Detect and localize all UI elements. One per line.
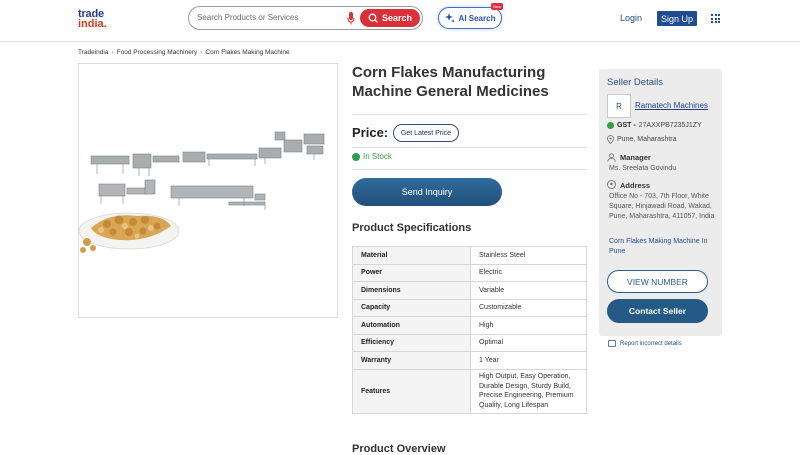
search-bar[interactable]: Search Products or Services Search [188,6,423,30]
in-stock-icon [352,152,360,161]
table-row: Automation High [352,316,587,335]
table-row: Features High Output, Easy Operation, Du… [352,368,587,414]
divider [352,147,587,148]
contact-seller-button[interactable]: Contact Seller [607,299,708,323]
product-overview-heading: Product Overview [352,443,446,455]
search-icon [368,13,378,23]
verified-check-icon [607,122,614,129]
microphone-icon[interactable] [347,12,355,25]
search-input[interactable]: Search Products or Services [197,13,298,22]
seller-location-text: Pune, Maharashtra [617,136,677,143]
tradeindia-logo[interactable]: trade india. [78,9,110,30]
spec-value: Customizable [470,298,587,317]
price-label: Price: [352,125,389,140]
search-button[interactable]: Search [360,9,420,27]
apps-grid-icon[interactable] [711,14,720,23]
spec-value: Variable [470,281,587,300]
category-link[interactable]: Corn Flakes Making Machine In Pune [609,237,719,257]
spec-key: Features [352,368,471,414]
spec-key: Efficiency [352,333,471,352]
breadcrumb-current[interactable]: Corn Flakes Making Machine [205,49,289,56]
view-number-button[interactable]: VIEW NUMBER [607,270,708,293]
breadcrumb-category[interactable]: Food Processing Machinery [117,49,198,56]
seller-details-heading: Seller Details [607,77,663,88]
seller-location: Pune, Maharashtra [607,135,677,144]
seller-gst: GST - 27AXXPB7235J1ZY [607,122,702,129]
location-pin-icon [607,135,614,144]
manager-label: Manager [620,153,651,162]
chevron-right-icon: › [200,49,203,56]
new-badge: New [490,3,503,10]
spec-value: Stainless Steel [470,246,587,265]
seller-name-link[interactable]: Ramatech Machines [635,101,708,110]
spec-value: High Output, Easy Operation, Durable Des… [470,368,587,414]
product-image [78,131,325,253]
divider [352,169,587,170]
spec-key: Dimensions [352,281,471,300]
spec-key: Power [352,263,471,282]
address-label: Address [620,180,651,190]
logo-text-bottom: india. [78,18,107,30]
spec-key: Warranty [352,351,471,370]
seller-avatar: R [607,94,631,118]
location-pin-icon [607,180,616,189]
breadcrumb-home[interactable]: Tradeindia [78,49,108,56]
spec-value: 1 Year [470,351,587,370]
report-incorrect-details-link[interactable]: Report incorrect details [608,340,682,347]
table-row: Warranty 1 Year [352,351,587,370]
stock-status-label: In Stock [363,152,392,161]
sparkle-icon [444,13,455,23]
divider [352,114,587,115]
manager-name: Ms. Sreelata Govindu [609,165,677,172]
send-inquiry-button[interactable]: Send Inquiry [352,178,502,206]
search-button-label: Search [381,13,413,23]
product-image-frame[interactable] [78,63,338,318]
chevron-right-icon: › [111,49,114,56]
get-latest-price-button[interactable]: Get Latest Price [393,124,459,142]
spec-key: Material [352,246,471,265]
table-row: Material Stainless Steel [352,246,587,265]
product-title: Corn Flakes Manufacturing Machine Genera… [352,64,549,100]
ai-search-label: AI Search [458,13,496,23]
seller-address: Office No - 703, 7th Floor, White Square… [609,193,715,220]
gst-label: GST - [617,122,636,129]
table-row: Dimensions Variable [352,281,587,300]
breadcrumb: Tradeindia › Food Processing Machinery ›… [78,49,290,56]
ai-search-button[interactable]: AI Search New [438,3,503,29]
manager-label-row: Manager [607,153,651,162]
top-navigation-bar: trade india. Search Products or Services… [0,0,800,42]
spec-value: Optimal [470,333,587,352]
table-row: Capacity Customizable [352,298,587,317]
person-icon [607,153,616,162]
seller-details-card: Seller Details R Ramatech Machines GST -… [599,69,722,336]
spec-value: High [470,316,587,335]
login-link[interactable]: Login [620,13,642,23]
spec-value: Electric [470,263,587,282]
report-link-label: Report incorrect details [620,340,682,347]
specifications-heading: Product Specifications [352,222,472,234]
spec-key: Capacity [352,298,471,317]
table-row: Power Electric [352,263,587,282]
address-label-row: Address [607,180,650,190]
report-icon [608,340,616,347]
gst-number: 27AXXPB7235J1ZY [638,122,702,129]
signup-button[interactable]: Sign Up [657,11,697,26]
spec-key: Automation [352,316,471,335]
stock-status: In Stock [352,152,392,161]
specifications-table: Material Stainless Steel Power Electric … [352,246,587,414]
table-row: Efficiency Optimal [352,333,587,352]
